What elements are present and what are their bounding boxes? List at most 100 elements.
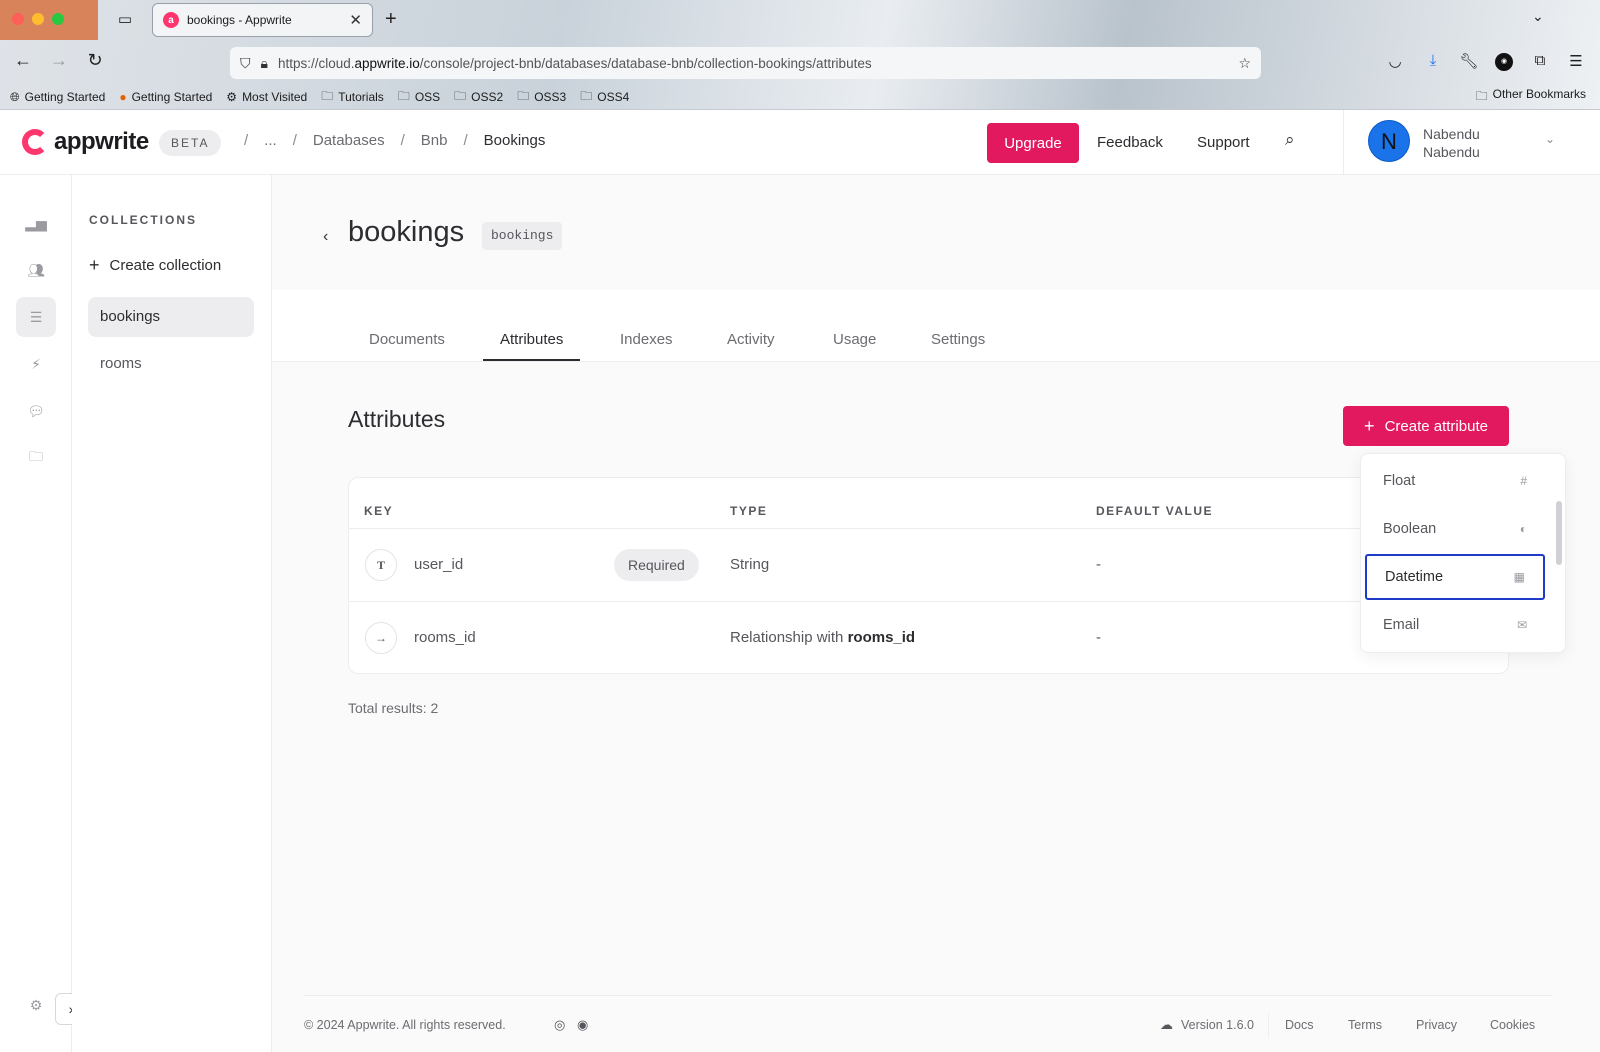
breadcrumb-collection[interactable]: Bookings	[484, 132, 546, 149]
bookmark-oss3[interactable]: 🗀 OSS3	[517, 87, 566, 108]
attribute-key: user_id	[414, 556, 464, 573]
storage-folder-icon[interactable]: 🗀	[16, 438, 56, 478]
dropdown-item-boolean[interactable]: Boolean ◐	[1365, 506, 1545, 552]
appwrite-logo-icon	[22, 129, 48, 155]
version-label: Version 1.6.0	[1181, 1018, 1254, 1032]
tab-usage[interactable]: Usage	[833, 331, 876, 348]
new-tab-icon[interactable]: +	[385, 8, 397, 31]
feedback-button[interactable]: Feedback	[1097, 134, 1163, 151]
folder-icon: 🗀	[397, 88, 410, 103]
create-attribute-button[interactable]: + Create attribute	[1343, 406, 1509, 446]
folder-icon: 🗀	[517, 88, 530, 103]
footer-link-docs[interactable]: Docs	[1285, 1018, 1313, 1032]
menu-icon[interactable]: ☰	[1566, 52, 1586, 70]
breadcrumb: / ... / Databases / Bnb / Bookings	[244, 132, 546, 149]
bookmark-oss2[interactable]: 🗀 OSS2	[454, 87, 503, 108]
list-tabs-chevron-icon[interactable]: ⌄	[1532, 8, 1544, 25]
bookmark-getting-started[interactable]: 🌐︎ Getting Started	[10, 90, 105, 105]
folder-icon: 🗀	[321, 88, 334, 103]
attributes-table: KEY TYPE DEFAULT VALUE T user_id Require…	[348, 477, 1509, 674]
required-badge: Required	[614, 549, 699, 581]
user-menu[interactable]: Nabendu Nabendu	[1423, 125, 1480, 161]
close-tab-icon[interactable]: ✕	[349, 11, 362, 29]
support-button[interactable]: Support	[1197, 134, 1250, 151]
footer-link-terms[interactable]: Terms	[1348, 1018, 1382, 1032]
copyright: © 2024 Appwrite. All rights reserved.	[304, 1018, 506, 1032]
maximize-window-button[interactable]	[52, 13, 64, 25]
plus-icon: +	[89, 255, 100, 275]
chevron-down-icon[interactable]: ⌄	[1545, 132, 1555, 146]
plus-icon: +	[1364, 415, 1375, 436]
dropdown-item-email[interactable]: Email ✉	[1365, 602, 1545, 648]
reload-icon[interactable]: ↻	[84, 50, 106, 71]
active-tab-indicator	[483, 359, 580, 361]
breadcrumb-database[interactable]: Bnb	[421, 132, 448, 149]
upgrade-button[interactable]: Upgrade	[987, 123, 1079, 163]
attribute-type: Relationship with rooms_id	[730, 629, 916, 646]
account-avatar-icon[interactable]: ◉	[1495, 53, 1513, 71]
mail-icon: ✉	[1516, 618, 1527, 632]
tab-attributes[interactable]: Attributes	[500, 331, 563, 348]
tab-title: bookings - Appwrite	[187, 13, 292, 27]
discord-icon[interactable]: ◉	[577, 1017, 588, 1033]
lock-icon[interactable]: 🔒︎	[261, 55, 268, 72]
dropdown-item-datetime[interactable]: Datetime ▦	[1365, 554, 1545, 600]
tab-settings[interactable]: Settings	[931, 331, 985, 348]
bookmark-star-icon[interactable]: ☆	[1238, 55, 1251, 72]
other-bookmarks[interactable]: 🗀 Other Bookmarks	[1476, 87, 1586, 108]
bookmark-getting-started-firefox[interactable]: ● Getting Started	[119, 90, 212, 104]
collection-item-bookings[interactable]: bookings	[88, 297, 254, 337]
address-bar[interactable]: ⛉ 🔒︎ https://cloud.appwrite.io/console/p…	[230, 47, 1261, 79]
collection-item-rooms[interactable]: rooms	[88, 344, 254, 384]
tab-activity[interactable]: Activity	[727, 331, 775, 348]
bookmark-oss4[interactable]: 🗀 OSS4	[580, 87, 629, 108]
breadcrumb-ellipsis[interactable]: ...	[264, 132, 277, 149]
toggle-icon: ◐	[1519, 522, 1527, 536]
table-row[interactable]: T user_id Required String -	[349, 528, 1508, 600]
overview-chart-icon[interactable]: ▂▅	[16, 203, 56, 243]
tab-overview-icon[interactable]: ▭	[114, 10, 136, 30]
dropdown-item-float[interactable]: Float #	[1365, 458, 1545, 504]
forward-arrow-icon[interactable]: →	[48, 50, 70, 71]
url-text[interactable]: https://cloud.appwrite.io/console/projec…	[278, 56, 1228, 71]
github-icon[interactable]: ◎	[554, 1017, 565, 1033]
extensions-icon[interactable]: ⧉	[1530, 52, 1550, 69]
footer-link-cookies[interactable]: Cookies	[1490, 1018, 1535, 1032]
create-collection-button[interactable]: + Create collection	[89, 255, 221, 276]
minimize-window-button[interactable]	[32, 13, 44, 25]
functions-bolt-icon[interactable]: ⚡︎	[16, 344, 56, 384]
pocket-icon[interactable]: ◡	[1385, 52, 1405, 70]
avatar[interactable]: N	[1368, 120, 1410, 162]
back-arrow-icon[interactable]: ←	[12, 50, 34, 71]
tab-documents[interactable]: Documents	[369, 331, 445, 348]
auth-users-icon[interactable]: 👥︎	[16, 250, 56, 290]
tab-indexes[interactable]: Indexes	[620, 331, 673, 348]
settings-gear-icon[interactable]: ⚙	[16, 985, 56, 1025]
column-type: TYPE	[730, 504, 768, 518]
collection-id-chip[interactable]: bookings	[482, 222, 563, 250]
globe-icon: 🌐︎	[10, 89, 20, 104]
browser-tab[interactable]: a bookings - Appwrite ✕	[152, 3, 373, 37]
databases-icon[interactable]: ☰	[16, 297, 56, 337]
column-default-value: DEFAULT VALUE	[1096, 504, 1214, 518]
attribute-default: -	[1096, 629, 1101, 646]
wrench-icon[interactable]: 🔧︎	[1459, 52, 1479, 70]
breadcrumb-databases[interactable]: Databases	[313, 132, 385, 149]
bookmark-oss[interactable]: 🗀 OSS	[398, 87, 440, 108]
search-icon[interactable]: ⌕	[1285, 130, 1295, 150]
shield-icon[interactable]: ⛉	[240, 55, 251, 72]
appwrite-logo[interactable]: appwrite	[22, 128, 149, 156]
folder-icon: 🗀	[454, 88, 467, 103]
download-icon[interactable]: ⤓	[1423, 52, 1443, 69]
bookmark-tutorials[interactable]: 🗀 Tutorials	[321, 87, 384, 108]
back-chevron-icon[interactable]: ‹	[323, 228, 328, 246]
dropdown-scrollbar[interactable]	[1556, 501, 1562, 565]
footer-link-privacy[interactable]: Privacy	[1416, 1018, 1457, 1032]
text-type-icon: T	[365, 549, 397, 581]
close-window-button[interactable]	[12, 13, 24, 25]
table-row[interactable]: → rooms_id Relationship with rooms_id -	[349, 601, 1508, 673]
folder-icon: 🗀	[580, 88, 593, 103]
folder-icon: 🗀	[1475, 89, 1488, 103]
bookmark-most-visited[interactable]: ⚙ Most Visited	[226, 90, 307, 104]
messaging-icon[interactable]: 💬︎	[16, 391, 56, 431]
